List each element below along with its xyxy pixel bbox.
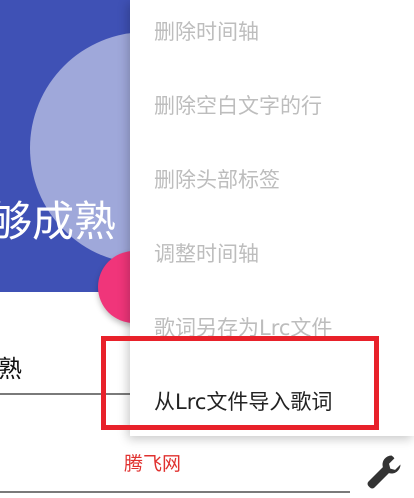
menu-item-import-from-lrc[interactable]: 从Lrc文件导入歌词 (130, 364, 414, 438)
watermark-text: 腾飞网 (124, 453, 182, 475)
wrench-icon[interactable] (364, 452, 404, 492)
menu-item-delete-timeline[interactable]: 删除时间轴 (130, 0, 414, 68)
header-title: 够成熟 (0, 197, 117, 246)
screen: 够成熟 熟 腾飞网 删除时间轴 删除空白文字的行 删除头部标签 调整时间轴 歌词… (0, 0, 414, 498)
menu-item-adjust-timeline[interactable]: 调整时间轴 (130, 216, 414, 290)
menu-item-save-as-lrc[interactable]: 歌词另存为Lrc文件 (130, 290, 414, 364)
input-underline (0, 393, 150, 395)
menu-item-delete-header-tags[interactable]: 删除头部标签 (130, 142, 414, 216)
menu-item-delete-blank-lines[interactable]: 删除空白文字的行 (130, 68, 414, 142)
overflow-menu: 删除时间轴 删除空白文字的行 删除头部标签 调整时间轴 歌词另存为Lrc文件 从… (130, 0, 414, 436)
lyrics-input-text[interactable]: 熟 (0, 352, 22, 386)
input-underline-bottom (0, 491, 350, 493)
